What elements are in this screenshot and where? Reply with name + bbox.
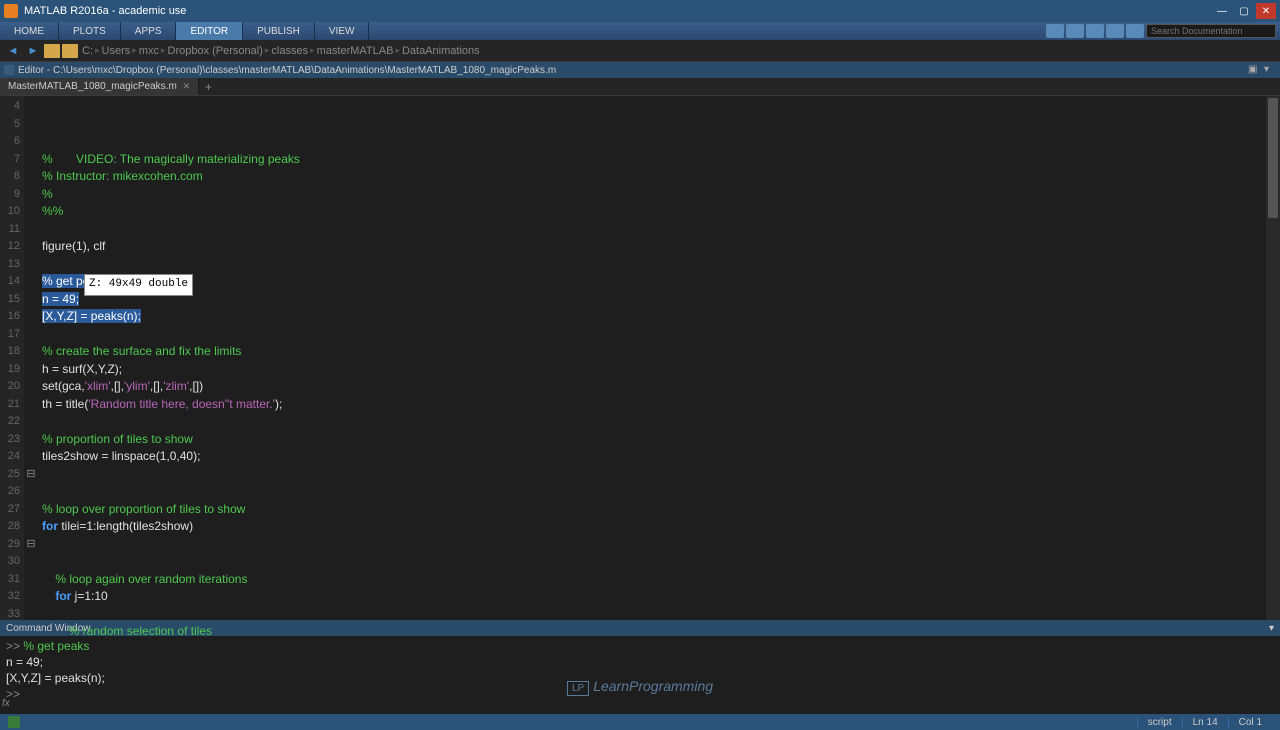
breadcrumb-item[interactable]: mxc [137,45,161,57]
toolstrip-tab-plots[interactable]: PLOTS [59,22,121,40]
variable-tooltip: Z: 49x49 double [84,274,193,296]
toolstrip-quick-actions [1042,22,1280,40]
code-line[interactable]: tiles2show = linspace(1,0,40); [42,448,1262,466]
minimize-button[interactable]: — [1212,3,1232,19]
editor-icon [4,65,14,75]
code-line[interactable]: % VIDEO: The magically materializing pea… [42,151,1262,169]
code-line[interactable]: % create the surface and fix the limits [42,343,1262,361]
code-line[interactable]: for j=1:10 [42,588,1262,606]
toolstrip-tab-apps[interactable]: APPS [121,22,177,40]
window-title: MATLAB R2016a - academic use [24,5,1212,17]
fx-icon[interactable]: fx [2,696,10,712]
address-bar: ◄ ► C: ▸ Users ▸ mxc ▸ Dropbox (Personal… [0,40,1280,62]
panel-actions-icon[interactable]: ▾ [1264,64,1276,76]
folder-icon[interactable] [44,44,60,58]
code-line[interactable] [42,553,1262,571]
folder-up-icon[interactable] [62,44,78,58]
code-line[interactable]: h = surf(X,Y,Z); [42,361,1262,379]
code-line[interactable]: n = 49; [42,291,1262,309]
code-line[interactable]: for tilei=1:length(tiles2show) [42,518,1262,536]
code-line[interactable] [42,466,1262,484]
code-line[interactable]: figure(1), clf [42,238,1262,256]
file-tab[interactable]: MasterMATLAB_1080_magicPeaks.m ✕ [0,78,199,95]
file-tab-label: MasterMATLAB_1080_magicPeaks.m [8,81,177,92]
editor-header: Editor - C:\Users\mxc\Dropbox (Personal)… [0,62,1280,78]
breadcrumb-item[interactable]: Users [100,45,133,57]
code-line[interactable]: % get peaks [42,273,1262,291]
back-button[interactable]: ◄ [4,43,22,59]
code-line[interactable] [42,483,1262,501]
breadcrumb-item[interactable]: C: [80,45,95,57]
code-line[interactable]: % proportion of tiles to show [42,431,1262,449]
editor-file-path: Editor - C:\Users\mxc\Dropbox (Personal)… [18,65,556,76]
code-line[interactable]: [X,Y,Z] = peaks(n); [42,308,1262,326]
ready-indicator-icon [8,716,20,728]
command-window[interactable]: >> % get peaksn = 49;[X,Y,Z] = peaks(n);… [0,636,1280,714]
code-line[interactable] [42,326,1262,344]
toolstrip-tab-view[interactable]: VIEW [315,22,370,40]
editor-scrollbar[interactable] [1266,96,1280,620]
help-icon[interactable] [1126,24,1144,38]
titlebar: MATLAB R2016a - academic use — ▢ ✕ [0,0,1280,22]
code-area[interactable]: Z: 49x49 double % VIDEO: The magically m… [38,96,1266,620]
maximize-button[interactable]: ▢ [1234,3,1254,19]
code-line[interactable]: th = title('Random title here, doesn''t … [42,396,1262,414]
code-line[interactable]: %% [42,203,1262,221]
code-line[interactable]: % [42,186,1262,204]
code-line[interactable] [42,256,1262,274]
quick-action-icon[interactable] [1106,24,1124,38]
new-tab-button[interactable]: + [199,78,217,95]
close-tab-icon[interactable]: ✕ [183,81,191,92]
code-line[interactable]: % loop over proportion of tiles to show [42,501,1262,519]
scrollbar-thumb[interactable] [1268,98,1278,218]
forward-button[interactable]: ► [24,43,42,59]
quick-action-icon[interactable] [1046,24,1064,38]
breadcrumb-item[interactable]: Dropbox (Personal) [166,45,265,57]
cmd-line[interactable]: >> [6,686,1274,702]
quick-action-icon[interactable] [1086,24,1104,38]
code-editor[interactable]: 4567891011121314151617181920212223242526… [0,96,1280,620]
toolstrip-tab-publish[interactable]: PUBLISH [243,22,315,40]
breadcrumb-item[interactable]: DataAnimations [400,45,482,57]
code-line[interactable]: set(gca,'xlim',[],'ylim',[],'zlim',[]) [42,378,1262,396]
status-line: Ln 14 [1182,717,1228,728]
code-line[interactable] [42,413,1262,431]
cmd-line[interactable]: [X,Y,Z] = peaks(n); [6,670,1274,686]
close-button[interactable]: ✕ [1256,3,1276,19]
matlab-logo-icon [4,4,18,18]
cmd-line[interactable]: >> % get peaks [6,638,1274,654]
code-line[interactable] [42,606,1262,624]
status-mode: script [1137,717,1182,728]
dock-icon[interactable]: ▣ [1248,64,1260,76]
status-col: Col 1 [1228,717,1272,728]
code-line[interactable]: % Instructor: mikexcohen.com [42,168,1262,186]
line-number-gutter: 4567891011121314151617181920212223242526… [0,96,24,620]
editor-tabs: MasterMATLAB_1080_magicPeaks.m ✕ + [0,78,1280,96]
code-line[interactable] [42,536,1262,554]
breadcrumb-item[interactable]: masterMATLAB [315,45,396,57]
toolstrip-tab-home[interactable]: HOME [0,22,59,40]
code-line[interactable]: % loop again over random iterations [42,571,1262,589]
status-bar: script Ln 14 Col 1 [0,714,1280,730]
toolstrip-tab-editor[interactable]: EDITOR [176,22,243,40]
fold-column: ⊟⊟ [24,96,38,620]
toolstrip: HOMEPLOTSAPPSEDITORPUBLISHVIEW [0,22,1280,40]
cmd-line[interactable]: n = 49; [6,654,1274,670]
breadcrumb-item[interactable]: classes [269,45,310,57]
code-line[interactable] [42,221,1262,239]
search-docs-input[interactable] [1146,24,1276,38]
quick-action-icon[interactable] [1066,24,1084,38]
panel-actions-icon[interactable]: ▾ [1269,623,1274,634]
